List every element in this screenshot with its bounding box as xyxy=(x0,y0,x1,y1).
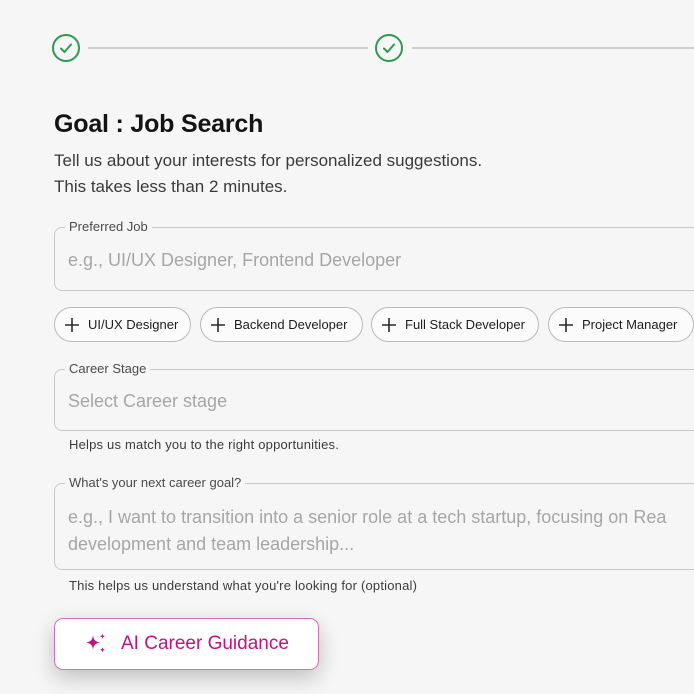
onboarding-page: Goal : Job Search Tell us about your int… xyxy=(0,0,694,694)
chip-label: Backend Developer xyxy=(234,317,348,332)
preferred-job-input[interactable]: Preferred Job e.g., UI/UX Designer, Fron… xyxy=(54,219,694,291)
plus-icon xyxy=(211,317,225,332)
career-goal-textarea[interactable]: What's your next career goal? e.g., I wa… xyxy=(54,475,694,570)
step-1-check-icon xyxy=(52,34,80,62)
career-stage-label: Career Stage xyxy=(65,361,151,376)
chip-uiux-designer[interactable]: UI/UX Designer xyxy=(54,307,191,342)
career-goal-placeholder-line1: e.g., I want to transition into a senior… xyxy=(68,507,667,527)
career-stage-helper: Helps us match you to the right opportun… xyxy=(69,437,340,452)
career-goal-placeholder: e.g., I want to transition into a senior… xyxy=(68,504,694,558)
step-connector-line xyxy=(412,47,694,49)
progress-stepper xyxy=(52,34,694,64)
page-subtitle: Tell us about your interests for persona… xyxy=(54,151,483,170)
chip-full-stack-developer[interactable]: Full Stack Developer xyxy=(371,307,539,342)
preferred-job-placeholder: e.g., UI/UX Designer, Frontend Developer xyxy=(68,250,402,270)
chip-label: Project Manager xyxy=(582,317,678,332)
step-connector-line xyxy=(88,47,368,49)
chip-project-manager[interactable]: Project Manager xyxy=(548,307,694,342)
plus-icon xyxy=(559,317,573,332)
chip-label: UI/UX Designer xyxy=(88,317,179,332)
chip-label: Full Stack Developer xyxy=(405,317,525,332)
career-goal-helper: This helps us understand what you're loo… xyxy=(69,578,418,593)
chip-backend-developer[interactable]: Backend Developer xyxy=(200,307,363,342)
preferred-job-label: Preferred Job xyxy=(65,219,152,234)
plus-icon xyxy=(382,317,396,332)
sparkles-icon xyxy=(86,633,106,653)
ai-career-guidance-button[interactable]: AI Career Guidance xyxy=(54,618,319,670)
career-stage-select[interactable]: Career Stage Select Career stage xyxy=(54,361,694,431)
career-goal-label: What's your next career goal? xyxy=(65,475,246,490)
page-subtitle-duration: This takes less than 2 minutes. xyxy=(54,177,288,196)
career-goal-placeholder-line2: development and team leadership... xyxy=(68,534,355,554)
career-stage-placeholder: Select Career stage xyxy=(68,391,228,411)
page-title: Goal : Job Search xyxy=(54,110,264,138)
plus-icon xyxy=(65,317,79,332)
ai-career-guidance-label: AI Career Guidance xyxy=(121,633,289,654)
step-2-check-icon xyxy=(375,34,403,62)
